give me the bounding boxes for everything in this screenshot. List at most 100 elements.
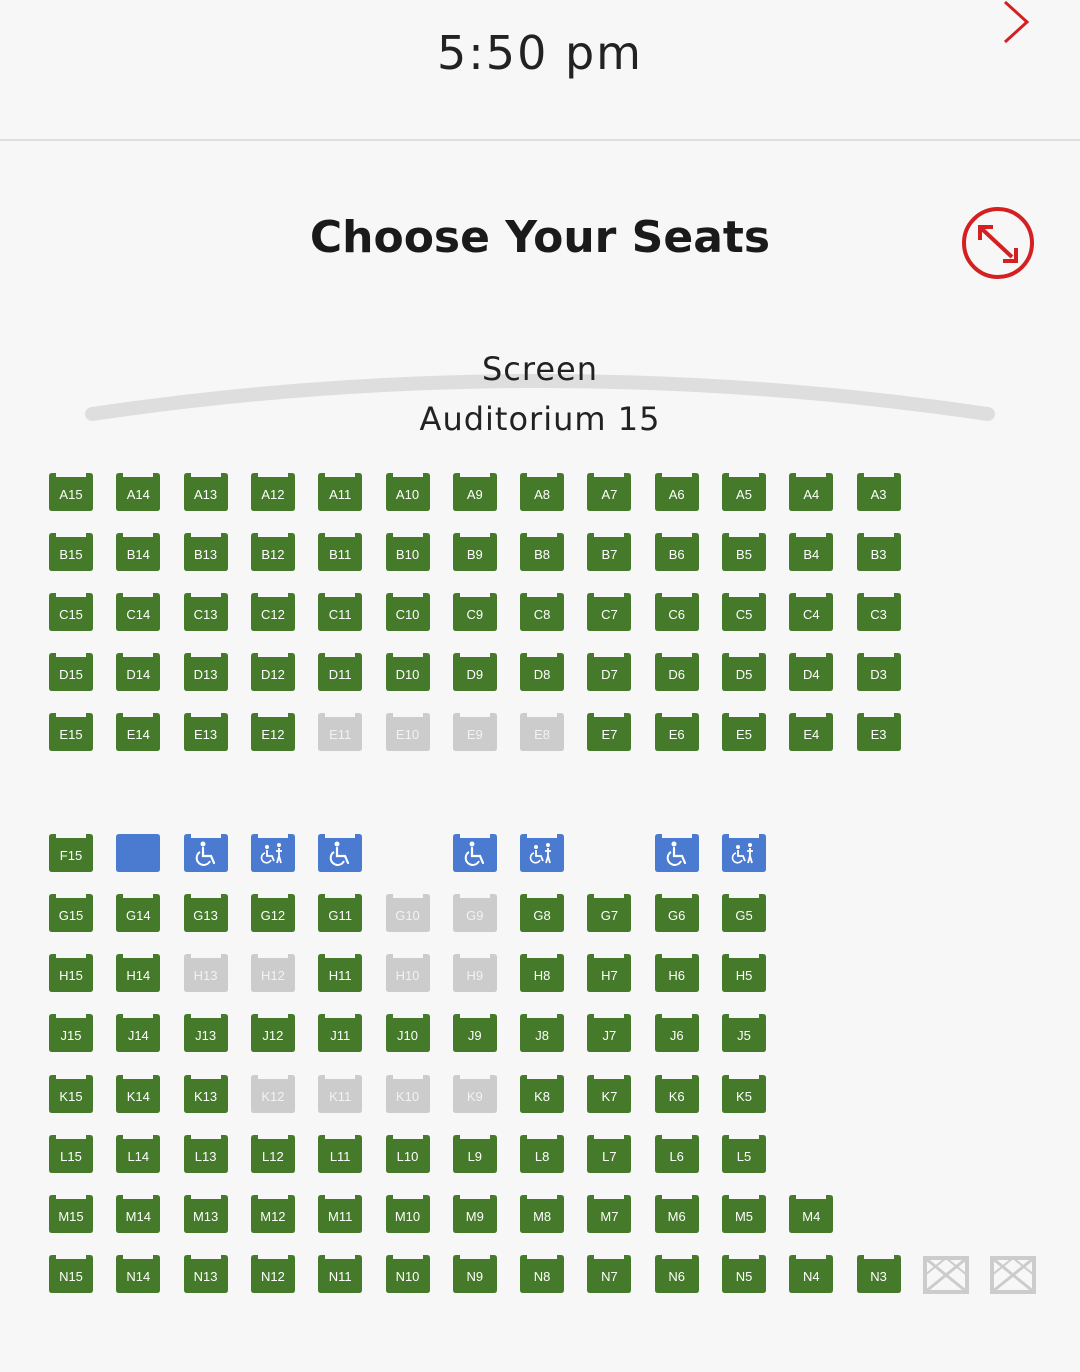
seat-m13[interactable]: M13: [182, 1195, 230, 1235]
seat-j8[interactable]: J8: [518, 1014, 566, 1054]
seat-c4[interactable]: C4: [787, 593, 835, 633]
seat-h6[interactable]: H6: [653, 954, 701, 994]
seat-e12[interactable]: E12: [249, 713, 297, 753]
seat-d5[interactable]: D5: [720, 653, 768, 693]
seat-l14[interactable]: L14: [114, 1135, 162, 1175]
seat-h14[interactable]: H14: [114, 954, 162, 994]
seat-b8[interactable]: B8: [518, 533, 566, 573]
seat-j11[interactable]: J11: [316, 1014, 364, 1054]
seat-m12[interactable]: M12: [249, 1195, 297, 1235]
seat-e15[interactable]: E15: [47, 713, 95, 753]
seat-j9[interactable]: J9: [451, 1014, 499, 1054]
seat-a13[interactable]: A13: [182, 473, 230, 513]
seat-f-wheelchair-4[interactable]: [316, 834, 364, 874]
seat-f-accessible-blank-1[interactable]: [114, 834, 162, 874]
seat-j14[interactable]: J14: [114, 1014, 162, 1054]
seat-c13[interactable]: C13: [182, 593, 230, 633]
seat-c9[interactable]: C9: [451, 593, 499, 633]
seat-n11[interactable]: N11: [316, 1255, 364, 1295]
seat-l13[interactable]: L13: [182, 1135, 230, 1175]
seat-k6[interactable]: K6: [653, 1075, 701, 1115]
seat-d8[interactable]: D8: [518, 653, 566, 693]
seat-c10[interactable]: C10: [384, 593, 432, 633]
seat-a8[interactable]: A8: [518, 473, 566, 513]
seat-j7[interactable]: J7: [585, 1014, 633, 1054]
seat-n12[interactable]: N12: [249, 1255, 297, 1295]
seat-d6[interactable]: D6: [653, 653, 701, 693]
seat-c15[interactable]: C15: [47, 593, 95, 633]
seat-d15[interactable]: D15: [47, 653, 95, 693]
seat-d9[interactable]: D9: [451, 653, 499, 693]
seat-n14[interactable]: N14: [114, 1255, 162, 1295]
seat-m8[interactable]: M8: [518, 1195, 566, 1235]
seat-f-wheelchair-6[interactable]: [451, 834, 499, 874]
seat-l9[interactable]: L9: [451, 1135, 499, 1175]
seat-f15[interactable]: F15: [47, 834, 95, 874]
seat-d14[interactable]: D14: [114, 653, 162, 693]
seat-f-companion-10[interactable]: [720, 834, 768, 874]
seat-b15[interactable]: B15: [47, 533, 95, 573]
seat-m5[interactable]: M5: [720, 1195, 768, 1235]
seat-d12[interactable]: D12: [249, 653, 297, 693]
seat-a15[interactable]: A15: [47, 473, 95, 513]
seat-l12[interactable]: L12: [249, 1135, 297, 1175]
seat-a4[interactable]: A4: [787, 473, 835, 513]
seat-j6[interactable]: J6: [653, 1014, 701, 1054]
seat-f-wheelchair-2[interactable]: [182, 834, 230, 874]
seat-g13[interactable]: G13: [182, 894, 230, 934]
seat-a3[interactable]: A3: [855, 473, 903, 513]
seat-g5[interactable]: G5: [720, 894, 768, 934]
seat-n6[interactable]: N6: [653, 1255, 701, 1295]
seat-e5[interactable]: E5: [720, 713, 768, 753]
seat-n8[interactable]: N8: [518, 1255, 566, 1295]
seat-d10[interactable]: D10: [384, 653, 432, 693]
seat-l7[interactable]: L7: [585, 1135, 633, 1175]
seat-g8[interactable]: G8: [518, 894, 566, 934]
seat-c3[interactable]: C3: [855, 593, 903, 633]
seat-l8[interactable]: L8: [518, 1135, 566, 1175]
seat-c5[interactable]: C5: [720, 593, 768, 633]
expand-seatmap-button[interactable]: [960, 205, 1036, 281]
seat-n15[interactable]: N15: [47, 1255, 95, 1295]
seat-j12[interactable]: J12: [249, 1014, 297, 1054]
seat-h11[interactable]: H11: [316, 954, 364, 994]
seat-c7[interactable]: C7: [585, 593, 633, 633]
seat-c11[interactable]: C11: [316, 593, 364, 633]
seat-h15[interactable]: H15: [47, 954, 95, 994]
seat-b6[interactable]: B6: [653, 533, 701, 573]
seat-j13[interactable]: J13: [182, 1014, 230, 1054]
seat-d13[interactable]: D13: [182, 653, 230, 693]
seat-b13[interactable]: B13: [182, 533, 230, 573]
seat-l15[interactable]: L15: [47, 1135, 95, 1175]
seat-b5[interactable]: B5: [720, 533, 768, 573]
seat-g14[interactable]: G14: [114, 894, 162, 934]
seat-n3[interactable]: N3: [855, 1255, 903, 1295]
seat-a11[interactable]: A11: [316, 473, 364, 513]
seat-a5[interactable]: A5: [720, 473, 768, 513]
seat-g12[interactable]: G12: [249, 894, 297, 934]
seat-k14[interactable]: K14: [114, 1075, 162, 1115]
seat-l10[interactable]: L10: [384, 1135, 432, 1175]
seat-b9[interactable]: B9: [451, 533, 499, 573]
seat-c8[interactable]: C8: [518, 593, 566, 633]
seat-c12[interactable]: C12: [249, 593, 297, 633]
seat-n4[interactable]: N4: [787, 1255, 835, 1295]
seat-k5[interactable]: K5: [720, 1075, 768, 1115]
seat-e13[interactable]: E13: [182, 713, 230, 753]
seat-d4[interactable]: D4: [787, 653, 835, 693]
seat-a6[interactable]: A6: [653, 473, 701, 513]
seat-n5[interactable]: N5: [720, 1255, 768, 1295]
seat-b10[interactable]: B10: [384, 533, 432, 573]
seat-k13[interactable]: K13: [182, 1075, 230, 1115]
seat-e6[interactable]: E6: [653, 713, 701, 753]
seat-m7[interactable]: M7: [585, 1195, 633, 1235]
seat-e14[interactable]: E14: [114, 713, 162, 753]
seat-a7[interactable]: A7: [585, 473, 633, 513]
seat-g11[interactable]: G11: [316, 894, 364, 934]
seat-g15[interactable]: G15: [47, 894, 95, 934]
seat-n7[interactable]: N7: [585, 1255, 633, 1295]
seat-a10[interactable]: A10: [384, 473, 432, 513]
seat-m6[interactable]: M6: [653, 1195, 701, 1235]
seat-d7[interactable]: D7: [585, 653, 633, 693]
seat-j15[interactable]: J15: [47, 1014, 95, 1054]
